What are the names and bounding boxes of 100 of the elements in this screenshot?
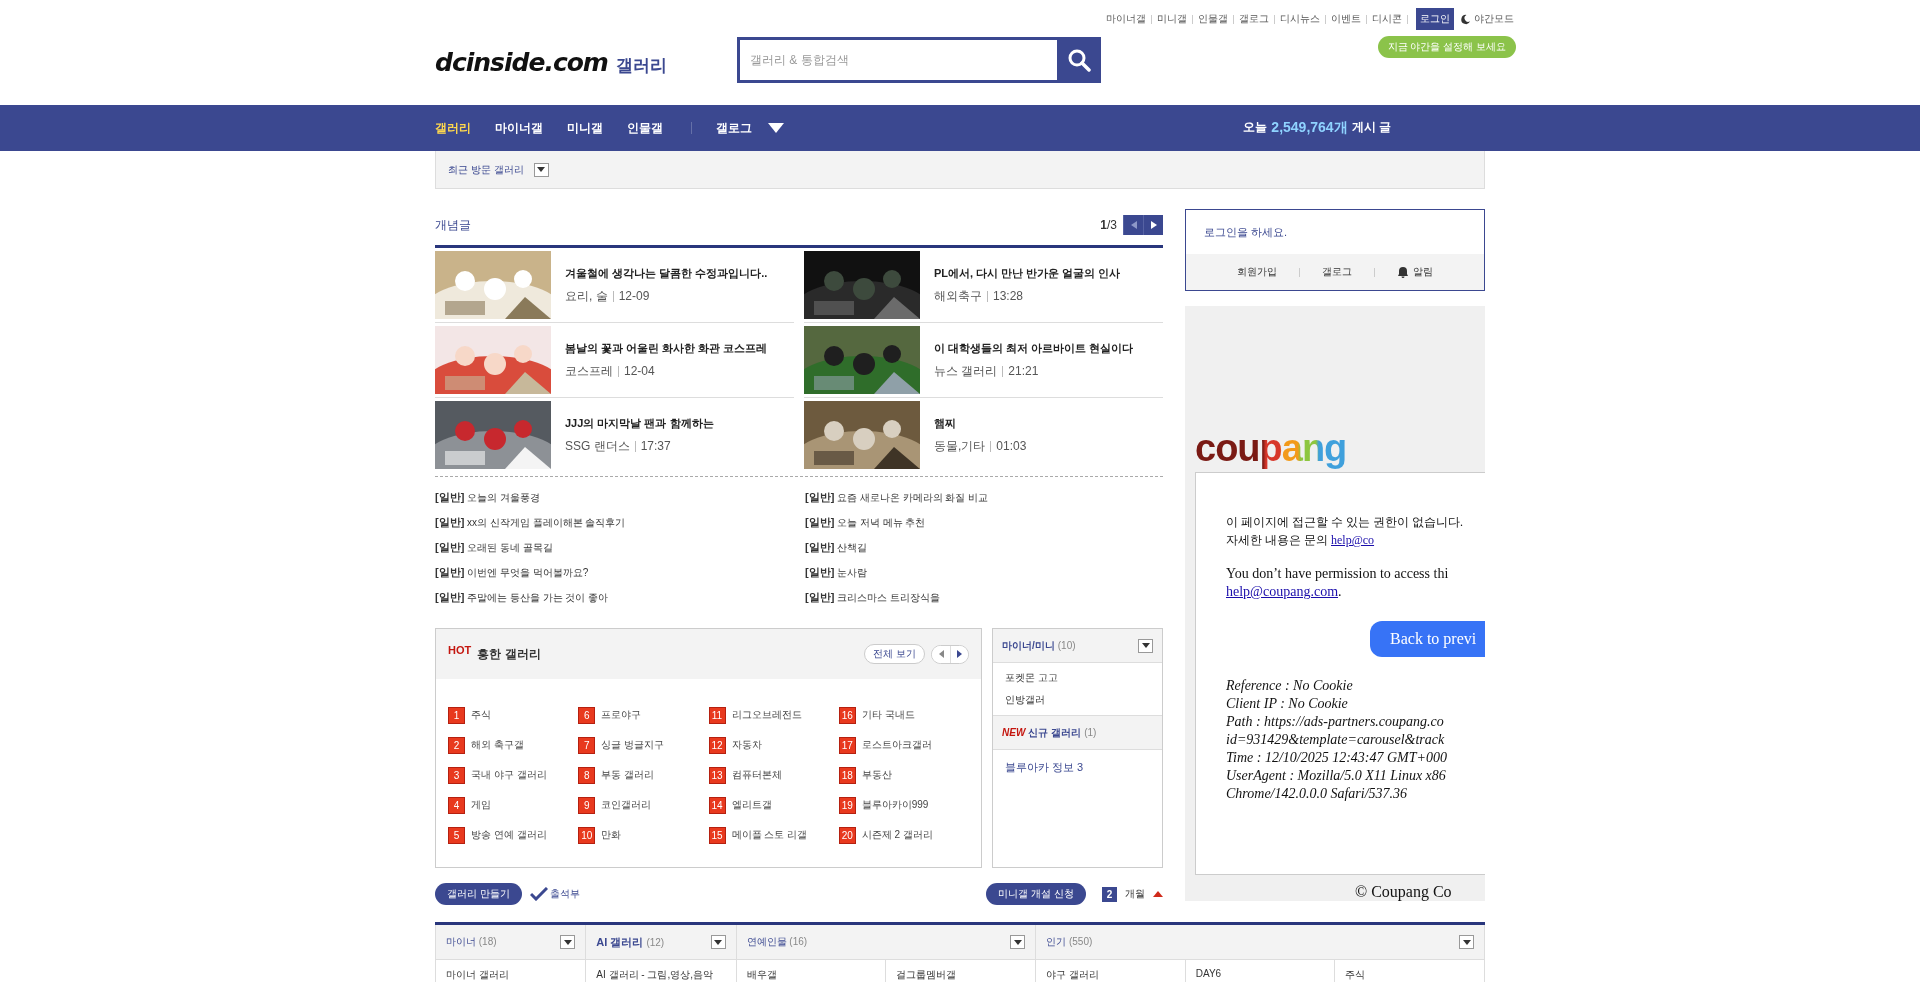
- rank-badge: 8: [578, 766, 596, 784]
- nav-tab[interactable]: 마이너갤: [495, 119, 543, 137]
- gallery-link[interactable]: 방송 연예 갤러리: [471, 828, 547, 842]
- gallery-link[interactable]: 블루아카이999: [861, 798, 929, 812]
- gallery-link[interactable]: 야구 갤러리: [1036, 960, 1185, 982]
- view-all-button[interactable]: 전체 보기: [864, 644, 925, 664]
- nav-tab[interactable]: 인물갤: [627, 119, 663, 137]
- top-link[interactable]: 디시뉴스: [1274, 12, 1325, 26]
- rank-badge: 3: [448, 766, 465, 784]
- night-mode-toggle[interactable]: 야간모드: [1453, 12, 1514, 26]
- gallery-link[interactable]: 싱글 벙글지구: [601, 738, 665, 752]
- item-count: (1): [1084, 727, 1097, 738]
- rank-badge: 2: [448, 736, 465, 754]
- post-time: 13:28: [993, 289, 1024, 303]
- article-title[interactable]: 겨울철에 생각나는 달콤한 수정과입니다..: [565, 265, 768, 281]
- create-gallery-button[interactable]: 갤러리 만들기: [435, 883, 522, 905]
- gallery-link[interactable]: 주식: [471, 708, 491, 722]
- top-link[interactable]: 미니갤: [1151, 12, 1192, 26]
- rank-badge: 6: [578, 706, 596, 724]
- login-button[interactable]: 로그인: [1415, 8, 1454, 30]
- article-title[interactable]: 이 대학생들의 최저 아르바이트 현실이다: [934, 340, 1134, 356]
- top-link[interactable]: 이벤트: [1325, 12, 1366, 26]
- headline-link[interactable]: [일반] 크리스마스 트리장식을: [805, 589, 1163, 606]
- panel-title: 흥한 갤러리: [477, 645, 541, 663]
- account-link[interactable]: 알림: [1397, 265, 1433, 279]
- rank-badge: 5: [448, 826, 465, 844]
- nav-tab[interactable]: 갤러리: [435, 119, 471, 137]
- post-time: 21:21: [1008, 364, 1039, 378]
- gallery-link[interactable]: 리그오브레전드: [731, 708, 802, 722]
- article-title[interactable]: PL에서, 다시 만난 반가운 얼굴의 인사: [934, 265, 1121, 281]
- headline-link[interactable]: [일반] xx의 신작게임 플레이해본 솔직후기: [435, 514, 805, 531]
- nav-tab[interactable]: 미니갤: [567, 119, 603, 137]
- gallery-name: 요리, 술: [565, 287, 608, 305]
- top-link[interactable]: 마이너갤: [1100, 12, 1151, 26]
- stats-label: 오늘: [1243, 119, 1268, 136]
- top-link[interactable]: 디시콘: [1366, 12, 1407, 26]
- nav-tab[interactable]: 갤로그: [716, 119, 752, 137]
- gallery-name: 해외축구: [934, 287, 982, 305]
- gallery-link[interactable]: 로스트아크갤러: [861, 738, 932, 752]
- account-link[interactable]: 회원가입: [1237, 265, 1277, 279]
- gallery-link[interactable]: 걸그룹멤버갤: [885, 960, 1036, 982]
- gallery-link[interactable]: 해외 축구갤: [471, 738, 524, 752]
- rank-badge: 18: [838, 766, 856, 784]
- gallery-link[interactable]: 부동 갤러리: [601, 768, 655, 782]
- gallery-link[interactable]: 마이너 갤러리: [436, 960, 586, 982]
- headline-link[interactable]: [일반] 오늘 저녁 메뉴 추천: [805, 514, 1163, 531]
- headline-link[interactable]: [일반] 오래된 동네 골목길: [435, 539, 805, 556]
- detail-line: UserAgent : Mozilla/5.0 X11 Linux x86: [1226, 767, 1447, 785]
- gallery-link[interactable]: 국내 야구 갤러리: [471, 768, 547, 782]
- rank-badge: 12: [708, 736, 726, 754]
- gallery-link[interactable]: 만화: [601, 828, 622, 842]
- headline-link[interactable]: [일반] 주말에는 등산을 가는 것이 좋아: [435, 589, 805, 606]
- headline-link[interactable]: [일반] 산책길: [805, 539, 1163, 556]
- rank-badge: 19: [838, 796, 856, 814]
- stats-label: 게시 글: [1351, 119, 1391, 136]
- apply-button[interactable]: 미니갤 개설 신청: [986, 883, 1086, 905]
- top-link[interactable]: 갤로그: [1233, 12, 1274, 26]
- article-title[interactable]: JJJ의 마지막날 팬과 함께하는: [565, 415, 714, 431]
- attendance-link[interactable]: 출석부: [529, 887, 580, 901]
- post-time: 01:03: [996, 439, 1027, 453]
- category-title[interactable]: 마이너 (18): [446, 935, 497, 949]
- gallery-link[interactable]: AI 갤러리 - 그림,영상,음악: [586, 960, 736, 982]
- search-field[interactable]: 갤러리 & 통합검색: [736, 37, 1057, 83]
- gallery-link[interactable]: 컴퓨터본체: [731, 768, 782, 782]
- article-title[interactable]: 봄날의 꽃과 어울린 화사한 화관 코스프레: [565, 340, 768, 356]
- category-title[interactable]: 연예인물 (16): [746, 935, 808, 949]
- headline-link[interactable]: [일반] 오늘의 겨울풍경: [435, 489, 805, 506]
- detail-line: Reference : No Cookie: [1226, 677, 1354, 695]
- headline-link[interactable]: [일반] 요즘 새로나온 카메라의 화질 비교: [805, 489, 1163, 506]
- gallery-link[interactable]: 부동산: [861, 768, 892, 782]
- detail-line: id=931429&template=carousel&track: [1226, 731, 1446, 749]
- category-title[interactable]: 인기 (550): [1046, 935, 1093, 949]
- gallery-link[interactable]: DAY6: [1184, 960, 1335, 982]
- rank-badge: 16: [838, 706, 856, 724]
- gallery-link[interactable]: 기타 국내드: [861, 708, 915, 722]
- hot-label: HOT: [448, 644, 472, 656]
- gallery-name: 코스프레: [565, 362, 613, 380]
- gallery-link[interactable]: 메이플 스토 리갤: [731, 828, 808, 842]
- back-button[interactable]: Back to previ: [1370, 621, 1485, 657]
- rank-badge: 14: [708, 796, 726, 814]
- gallery-link[interactable]: 포켓몬 고고: [1005, 671, 1150, 685]
- headline-link[interactable]: [일반] 이번엔 무엇을 먹어볼까요?: [435, 564, 805, 581]
- gallery-link[interactable]: 인방갤러: [1005, 693, 1150, 707]
- gallery-link[interactable]: 게임: [471, 798, 491, 812]
- gallery-link[interactable]: 배우갤: [736, 960, 886, 982]
- gallery-link[interactable]: 자동차: [731, 738, 762, 752]
- gallery-link[interactable]: 블루아카 정보 3: [1005, 758, 1150, 775]
- gallery-link[interactable]: 시즌제 2 갤러리: [861, 828, 933, 842]
- headline-link[interactable]: [일반] 눈사람: [805, 564, 1163, 581]
- gallery-link[interactable]: 엘리트갤: [731, 798, 772, 812]
- site-logo[interactable]: dcinside.com: [435, 48, 608, 77]
- gallery-link[interactable]: 주식: [1334, 960, 1484, 982]
- gallery-link[interactable]: 프로야구: [601, 708, 642, 722]
- gallery-link[interactable]: 코인갤러리: [601, 798, 652, 812]
- section-title: 개념글: [435, 216, 471, 234]
- account-link[interactable]: 갤로그: [1322, 265, 1352, 279]
- copyright-text: © Coupang Co: [1354, 883, 1453, 901]
- article-title[interactable]: 햄찌: [934, 415, 1027, 431]
- top-link[interactable]: 인물갤: [1192, 12, 1233, 26]
- email-link[interactable]: help@co: [1331, 533, 1375, 547]
